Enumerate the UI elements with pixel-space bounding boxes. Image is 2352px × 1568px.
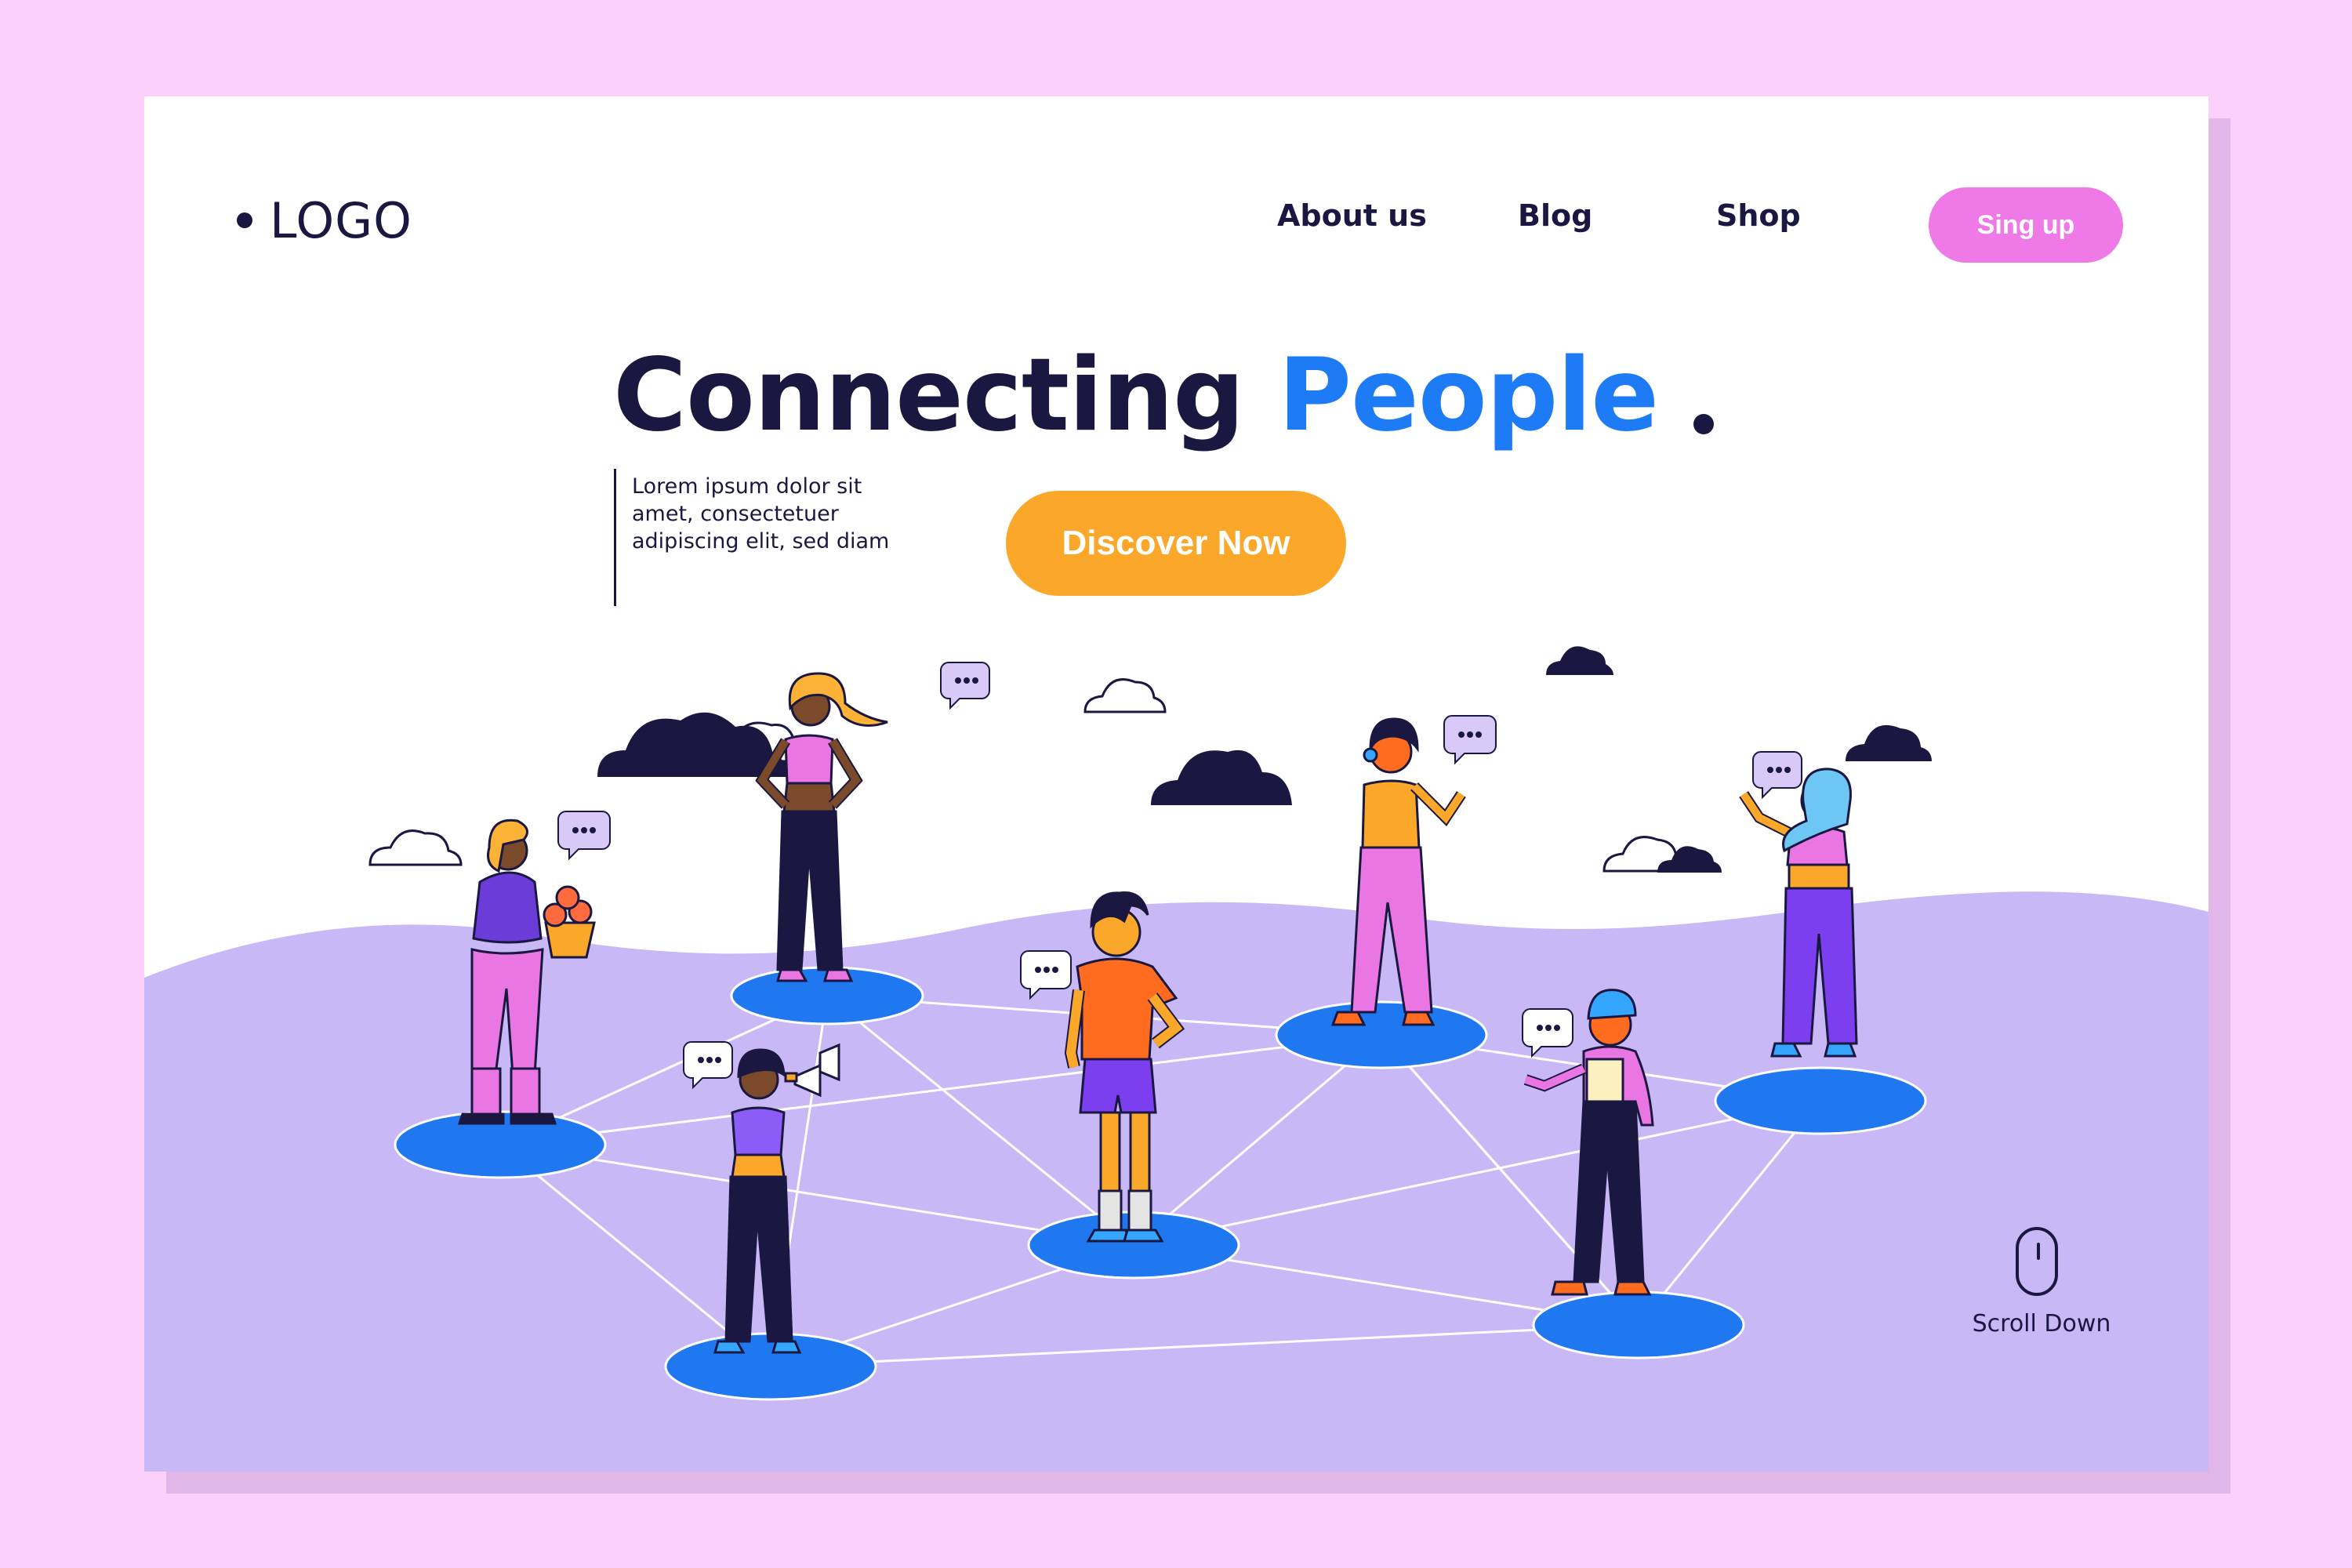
mouse-wheel	[2037, 1243, 2040, 1260]
cloud-icon	[1546, 646, 1613, 675]
speech-bubble-icon	[557, 811, 611, 861]
cloud-icon	[1083, 678, 1167, 713]
logo-dot-icon	[237, 212, 252, 228]
landing-card: LOGO About us Blog Shop Sing up Connecti…	[144, 96, 2209, 1472]
nav-shop[interactable]: Shop	[1716, 198, 1801, 233]
person-hands-hips	[755, 672, 888, 982]
mouse-icon[interactable]	[2016, 1227, 2058, 1296]
page-title: Connecting People	[613, 346, 1659, 446]
hero-subtitle-line: adipiscing elit, sed diam	[632, 529, 890, 554]
logo[interactable]: LOGO	[237, 189, 412, 252]
subtitle-divider	[614, 469, 616, 606]
scroll-down-label[interactable]: Scroll Down	[1963, 1310, 2120, 1338]
cloud-icon	[1657, 846, 1722, 873]
hero-illustration	[144, 646, 2209, 1472]
discover-now-button[interactable]: Discover Now	[1006, 491, 1346, 596]
page-title-main: Connecting	[613, 337, 1245, 454]
hero-subtitle: Lorem ipsum dolor sit amet, consectetuer…	[632, 473, 930, 555]
hero-subtitle-line: Lorem ipsum dolor sit	[632, 474, 862, 499]
signup-button[interactable]: Sing up	[1929, 187, 2123, 263]
speech-bubble-icon	[1752, 751, 1802, 800]
page-title-accent: People	[1278, 337, 1659, 454]
nav-about-us[interactable]: About us	[1277, 198, 1427, 233]
platform	[1714, 1066, 1927, 1135]
speech-bubble-icon	[1443, 715, 1497, 765]
speech-bubble-icon	[940, 662, 990, 710]
nav-blog[interactable]: Blog	[1518, 198, 1592, 233]
hero-subtitle-line: amet, consectetuer	[632, 502, 839, 526]
cloud-icon	[368, 829, 463, 866]
logo-text: LOGO	[270, 191, 412, 249]
platform	[1275, 1000, 1488, 1069]
platform	[664, 1332, 877, 1401]
platform	[1532, 1290, 1745, 1359]
title-dot-icon	[1693, 414, 1714, 434]
cloud-icon	[1846, 724, 1932, 761]
ground-hill	[144, 891, 2209, 1472]
cloud-icon	[1151, 750, 1292, 805]
